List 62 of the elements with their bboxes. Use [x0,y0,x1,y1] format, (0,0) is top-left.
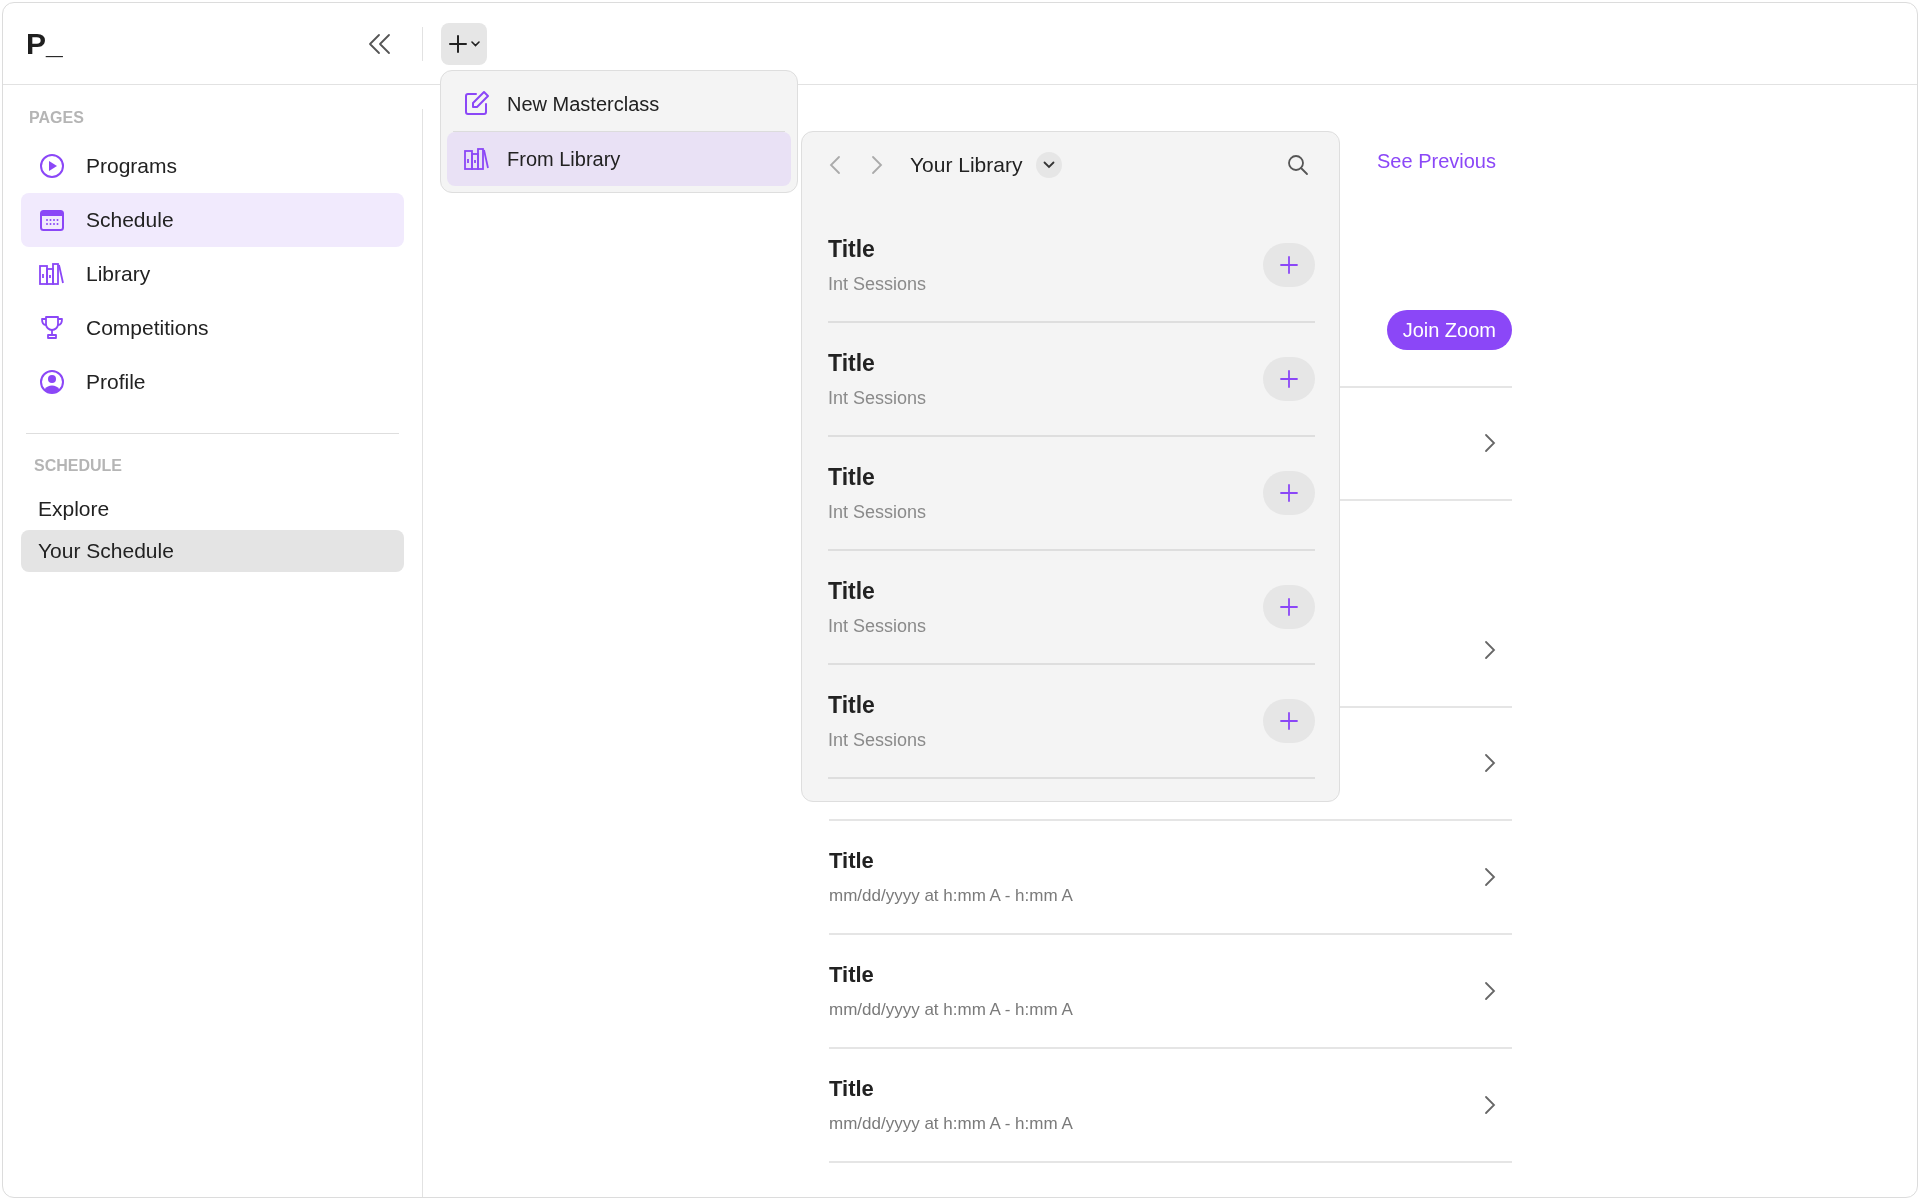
event-time: mm/dd/yyyy at h:mm A - h:mm A [829,886,1073,906]
caret-icon [471,40,480,47]
item-subtitle: Int Sessions [828,502,927,522]
search-icon[interactable] [1287,154,1309,176]
event-time: mm/dd/yyyy at h:mm A - h:mm A [829,1114,1073,1134]
trophy-icon [38,314,66,342]
plus-icon [1280,598,1298,616]
item-subtitle: Int Sessions [828,388,927,408]
sidebar-item[interactable]: Competitions [21,301,404,355]
chevron-right-icon [1484,752,1496,774]
forward-icon[interactable] [870,154,884,176]
sidebar-item[interactable]: Profile [21,355,404,409]
item-subtitle: Int Sessions [828,730,927,750]
menu-item[interactable]: From Library [447,132,791,186]
add-item-button[interactable] [1263,243,1315,287]
edit-icon [463,90,491,118]
menu-item[interactable]: New Masterclass [447,77,791,131]
item-title: Title [828,578,876,604]
join-zoom-button[interactable]: Join Zoom [1386,310,1512,350]
chevron-right-icon [1484,1094,1496,1116]
add-item-button[interactable] [1263,699,1315,743]
item-subtitle: Int Sessions [828,274,927,294]
plus-icon [1280,370,1298,388]
chevron-down-icon [1043,161,1056,169]
play-circle-icon [38,152,66,180]
section-heading: PAGES [28,109,85,127]
event-title: Title [829,1076,875,1102]
sidebar-item[interactable]: Schedule [21,193,404,247]
collapse-sidebar-icon[interactable] [368,32,392,55]
event-title: Title [829,962,875,988]
item-title: Title [828,350,876,376]
chevron-right-icon [1484,866,1496,888]
item-subtitle: Int Sessions [828,616,927,636]
item-title: Title [828,464,876,490]
chevron-right-icon [1484,639,1496,661]
plus-icon [1280,712,1298,730]
chevron-right-icon [1484,980,1496,1002]
chevron-right-icon [1484,432,1496,454]
books-icon [38,260,66,288]
sidebar-item[interactable]: Explore [21,488,404,530]
user-circle-icon [38,368,66,396]
plus-icon [1280,484,1298,502]
sidebar-item[interactable]: Your Schedule [21,530,404,572]
add-item-button[interactable] [1263,471,1315,515]
see-previous-link[interactable]: See Previous [1377,146,1496,176]
app-logo: P_ [26,28,63,59]
add-item-button[interactable] [1263,357,1315,401]
books-icon [463,145,491,173]
plus-icon [448,33,468,54]
item-title: Title [828,692,876,718]
back-icon[interactable] [828,154,842,176]
dropdown-button[interactable] [1036,152,1063,178]
add-item-button[interactable] [1263,585,1315,629]
event-time: mm/dd/yyyy at h:mm A - h:mm A [829,1000,1073,1020]
sidebar-item[interactable]: Programs [21,139,404,193]
sidebar-item[interactable]: Library [21,247,404,301]
library-title: Your Library [910,152,1023,179]
section-heading: SCHEDULE [33,457,123,475]
plus-icon [1280,256,1298,274]
event-title: Title [829,848,875,874]
item-title: Title [828,236,876,262]
add-button[interactable] [441,22,487,65]
